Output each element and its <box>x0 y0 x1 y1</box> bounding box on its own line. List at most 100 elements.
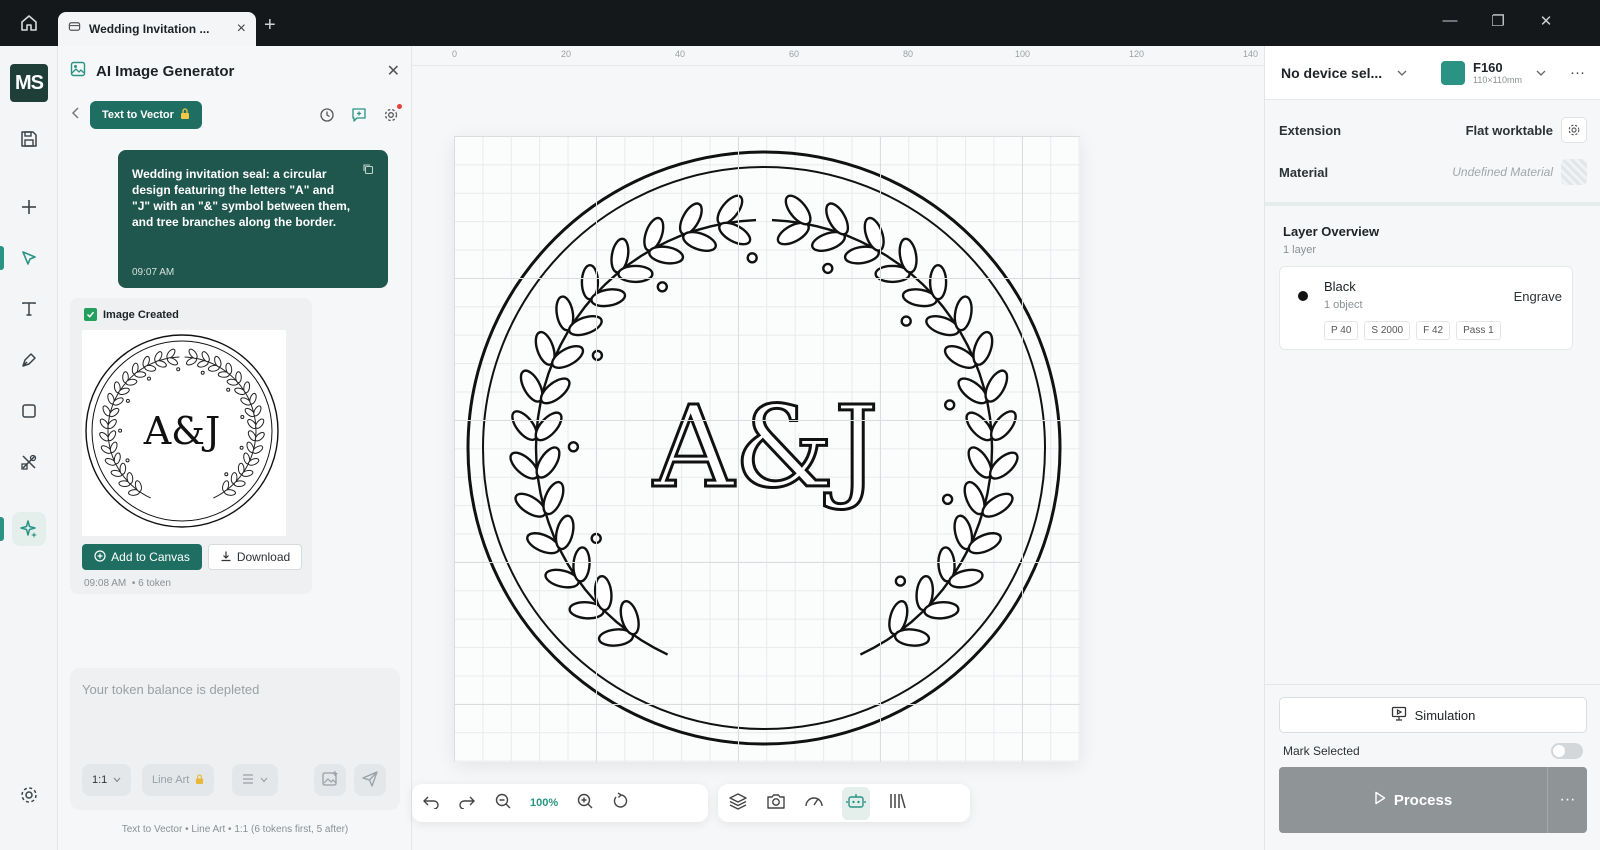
work-board[interactable]: A&J <box>454 136 1080 762</box>
result-card: Image Created A&J Add to Canvas Download… <box>70 298 312 594</box>
zoom-out-icon[interactable] <box>494 792 512 815</box>
redo-icon[interactable] <box>458 793 476 814</box>
add-to-canvas-button[interactable]: Add to Canvas <box>82 544 202 570</box>
library-icon[interactable] <box>888 792 908 815</box>
extension-value[interactable]: Flat worktable <box>1466 123 1553 138</box>
material-swatch[interactable] <box>1561 159 1587 185</box>
material-label: Material <box>1279 164 1329 180</box>
back-chevron-icon[interactable] <box>70 106 82 125</box>
generated-image-thumbnail[interactable]: A&J <box>82 330 286 536</box>
model-chevron-down-icon[interactable] <box>1536 64 1546 82</box>
ai-generator-panel: AI Image Generator ✕ Text to Vector Wedd… <box>58 46 412 850</box>
tab-close-icon[interactable]: × <box>237 20 246 38</box>
speed-gauge-icon[interactable] <box>804 792 824 815</box>
mark-selected-row: Mark Selected <box>1283 743 1583 759</box>
ruler-label: 0 <box>452 49 458 59</box>
wreath-berry <box>226 387 231 392</box>
layer-mode[interactable]: Engrave <box>1514 289 1562 304</box>
panel-title: AI Image Generator <box>96 62 235 80</box>
seal-design[interactable]: A&J <box>454 136 1080 762</box>
extension-settings-icon[interactable] <box>1561 117 1587 143</box>
mode-pill-label: Text to Vector <box>102 109 174 121</box>
style-select[interactable]: Line Art <box>142 764 215 796</box>
settings-gear-icon[interactable] <box>12 778 46 812</box>
device-chevron-down-icon[interactable] <box>1397 64 1407 82</box>
result-header: Image Created <box>84 308 179 321</box>
more-menu-icon[interactable]: ··· <box>1570 64 1585 81</box>
wreath-berry <box>147 376 151 381</box>
copy-icon[interactable] <box>362 162 374 180</box>
wreath-leaf <box>126 472 134 485</box>
new-chat-icon[interactable] <box>350 106 368 124</box>
layer-count: 1 layer <box>1283 244 1317 256</box>
image-gen-icon <box>70 61 86 82</box>
canvas-area: 0 20 40 60 80 100 120 140 A&J 100% <box>412 46 1264 850</box>
select-tool-icon[interactable] <box>12 241 46 275</box>
reset-view-icon[interactable] <box>612 791 630 815</box>
upload-image-button[interactable] <box>314 764 346 796</box>
style-lock-icon <box>195 773 204 787</box>
wreath-berry <box>224 472 229 477</box>
tools-icon[interactable] <box>12 445 46 479</box>
zoom-level[interactable]: 100% <box>530 797 558 809</box>
camera-icon[interactable] <box>766 792 786 815</box>
restore-button[interactable]: ❐ <box>1486 12 1510 30</box>
ratio-select[interactable]: 1:1 <box>82 764 132 796</box>
pen-tool-icon[interactable] <box>12 343 46 377</box>
download-icon <box>220 550 232 565</box>
mark-selected-toggle[interactable] <box>1551 743 1583 759</box>
wreath-leaf <box>188 348 198 359</box>
app-logo: MS <box>10 64 48 102</box>
play-icon <box>1374 791 1386 809</box>
undo-icon[interactable] <box>422 793 440 814</box>
wreath-berry <box>894 575 907 587</box>
new-tab-button[interactable]: + <box>264 14 276 37</box>
send-button[interactable] <box>354 764 386 796</box>
close-window-button[interactable]: ✕ <box>1534 12 1558 30</box>
process-label: Process <box>1393 791 1453 809</box>
download-button[interactable]: Download <box>208 544 302 570</box>
wreath-leaf <box>235 371 242 384</box>
wreath-leaf <box>984 369 1009 403</box>
text-tool-icon[interactable] <box>12 292 46 326</box>
layer-item[interactable]: Black 1 object Engrave P 40 S 2000 F 42 … <box>1279 266 1573 350</box>
mode-pill[interactable]: Text to Vector <box>90 101 202 129</box>
ai-assistant-icon[interactable] <box>842 786 870 820</box>
wreath-berry <box>118 428 123 433</box>
minimize-button[interactable]: — <box>1438 12 1462 29</box>
wreath-leaf <box>572 546 591 583</box>
speed-param: S 2000 <box>1364 321 1411 340</box>
ai-sparkle-icon[interactable] <box>12 512 46 546</box>
layer-params: P 40 S 2000 F 42 Pass 1 <box>1324 321 1501 340</box>
add-icon[interactable] <box>12 190 46 224</box>
device-select[interactable]: No device sel... <box>1281 65 1391 81</box>
history-icon[interactable] <box>318 106 336 124</box>
save-icon[interactable] <box>12 122 46 156</box>
prompt-composer[interactable]: Your token balance is depleted 1:1 Line … <box>70 668 400 810</box>
wreath-leaf <box>542 480 565 516</box>
panel-settings-icon[interactable] <box>382 104 402 124</box>
options-select[interactable] <box>232 764 278 796</box>
layers-icon[interactable] <box>728 791 748 816</box>
panel-close-icon[interactable]: ✕ <box>387 61 400 81</box>
shape-tool-icon[interactable] <box>12 394 46 428</box>
home-icon[interactable] <box>12 10 46 36</box>
wreath-berry <box>590 532 602 545</box>
send-icon <box>361 770 379 791</box>
zoom-in-icon[interactable] <box>576 792 594 815</box>
document-tab[interactable]: Wedding Invitation ... × <box>58 12 256 46</box>
material-value[interactable]: Undefined Material <box>1452 165 1553 179</box>
device-row: No device sel... F160 110×110mm ··· <box>1265 46 1600 100</box>
monogram-text[interactable]: A&J <box>651 382 880 515</box>
process-button[interactable]: Process <box>1279 791 1547 809</box>
thumbnail-monogram: A&J <box>143 409 221 453</box>
wreath-berry <box>591 349 604 362</box>
list-icon <box>242 773 254 787</box>
wreath-leaf <box>893 628 931 647</box>
model-size: 110×110mm <box>1473 75 1522 85</box>
machine-model[interactable]: F160 110×110mm <box>1473 60 1522 85</box>
simulation-button[interactable]: Simulation <box>1279 697 1587 733</box>
process-more-button[interactable]: ··· <box>1547 767 1587 833</box>
layer-object-count: 1 object <box>1324 299 1363 311</box>
title-bar: Wedding Invitation ... × + — ❐ ✕ <box>0 0 1600 46</box>
